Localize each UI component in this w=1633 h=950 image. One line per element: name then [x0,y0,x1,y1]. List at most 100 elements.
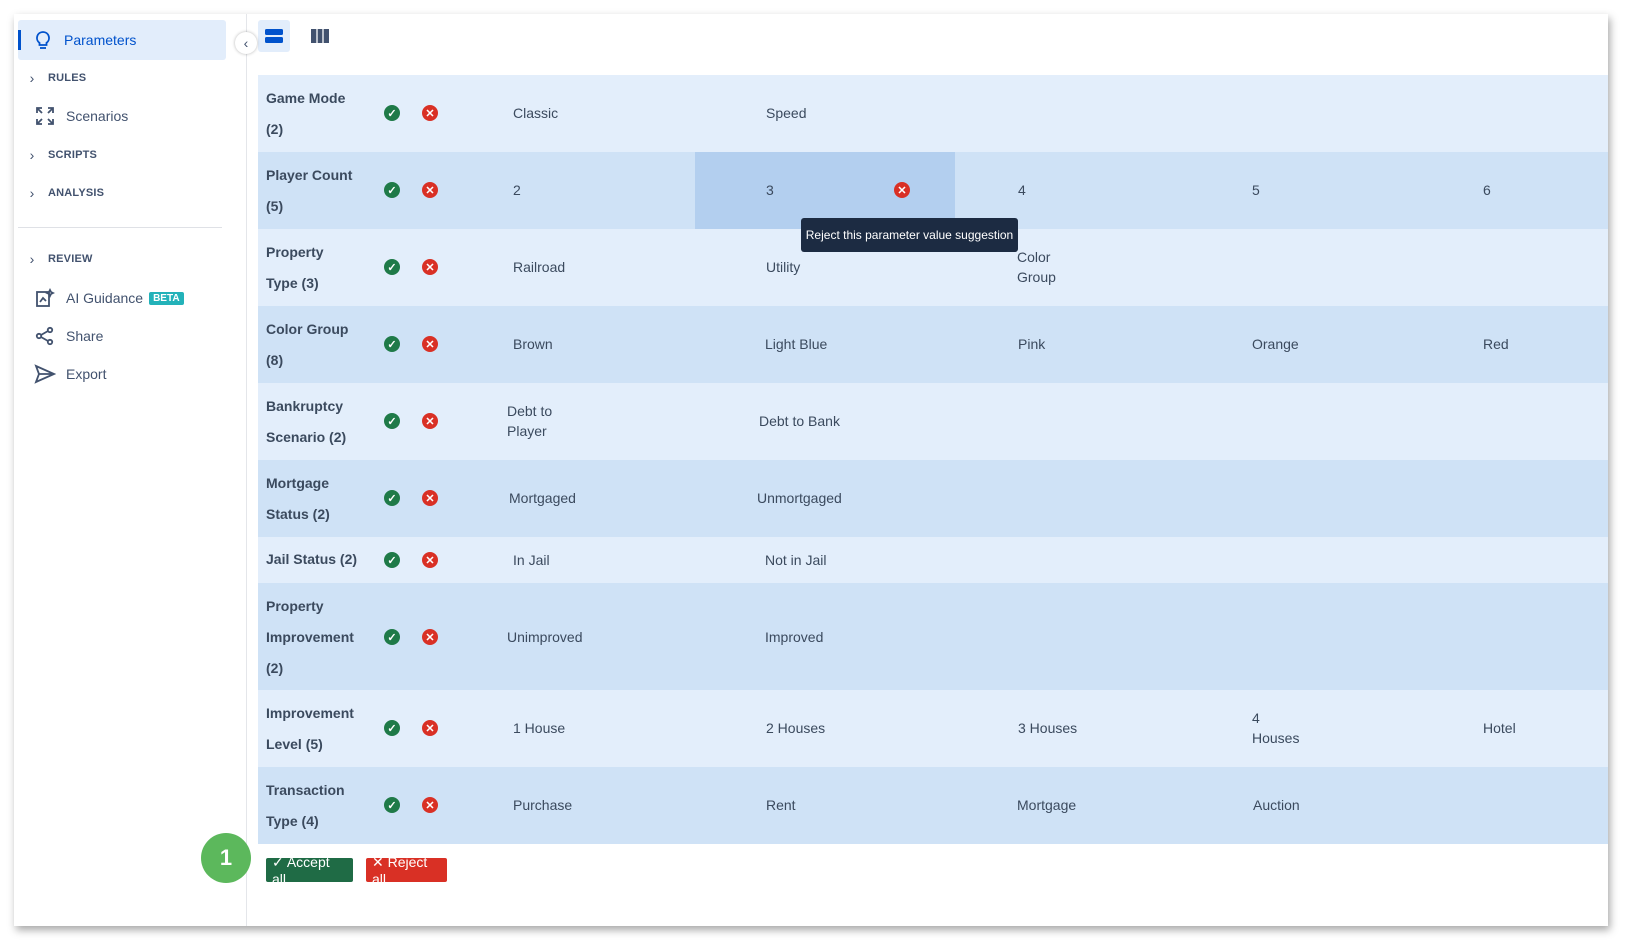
reject-value-icon[interactable]: ✕ [894,182,910,198]
reject-parameter-icon[interactable]: ✕ [422,797,438,813]
accept-parameter-icon[interactable]: ✓ [384,336,400,352]
parameter-value[interactable]: 3 Houses [1018,718,1077,738]
parameter-value[interactable]: In Jail [513,550,550,570]
parameter-value[interactable]: Light Blue [765,334,827,354]
parameter-value[interactable]: 2 Houses [766,718,825,738]
sidebar-item-label: REVIEW [48,253,93,265]
accept-all-button[interactable]: ✓ Accept all [266,854,353,887]
parameter-name: Jail Status (2) [266,551,358,567]
app-window: Parameters › RULES Scenarios › SCRIPTS ›… [14,14,1608,926]
sidebar-item-label: Share [66,328,104,344]
sidebar-item-label: RULES [48,72,87,84]
accept-parameter-icon[interactable]: ✓ [384,490,400,506]
sidebar-item-scenarios[interactable]: Scenarios [34,104,128,128]
parameter-value[interactable]: 4 Houses [1252,708,1299,748]
parameter-value[interactable]: Railroad [513,257,565,277]
reject-parameter-icon[interactable]: ✕ [422,336,438,352]
accept-parameter-icon[interactable]: ✓ [384,629,400,645]
parameter-value[interactable]: Improved [765,627,823,647]
sidebar-item-review[interactable]: › REVIEW [22,249,93,269]
table-row: Jail Status (2) ✓ ✕ In Jail Not in Jail [258,537,1608,583]
sidebar-item-rules[interactable]: › RULES [22,68,86,88]
parameter-value[interactable]: 6 [1483,180,1491,200]
reject-all-button[interactable]: ✕ Reject all [366,854,447,887]
parameter-name: Property Improvement (2) [266,598,354,676]
parameter-name: Transaction Type (4) [266,782,345,829]
parameter-value[interactable]: Purchase [513,795,572,815]
parameter-value[interactable]: Speed [766,103,806,123]
parameter-value[interactable]: Brown [513,334,553,354]
parameter-value[interactable]: Orange [1252,334,1299,354]
parameter-value[interactable]: Mortgage [1017,795,1076,815]
parameter-value[interactable]: Color Group [1017,247,1056,287]
reject-parameter-icon[interactable]: ✕ [422,105,438,121]
sidebar: Parameters › RULES Scenarios › SCRIPTS ›… [14,14,246,926]
parameter-value[interactable]: Unmortgaged [757,488,842,508]
parameter-value[interactable]: Not in Jail [765,550,826,570]
reject-parameter-icon[interactable]: ✕ [422,490,438,506]
parameter-value[interactable]: Red [1483,334,1509,354]
sidebar-item-label: ANALYSIS [48,187,105,199]
columns-view-icon [311,29,329,43]
parameter-value[interactable]: Unimproved [507,627,582,647]
accept-parameter-icon[interactable]: ✓ [384,259,400,275]
table-row: Game Mode (2) ✓ ✕ Classic Speed [258,75,1608,152]
accept-parameter-icon[interactable]: ✓ [384,552,400,568]
reject-parameter-icon[interactable]: ✕ [422,629,438,645]
sidebar-item-analysis[interactable]: › ANALYSIS [22,183,104,203]
accept-parameter-icon[interactable]: ✓ [384,182,400,198]
chevron-right-icon: › [29,147,35,163]
reject-parameter-icon[interactable]: ✕ [422,182,438,198]
sidebar-item-label: AI Guidance [66,290,144,306]
parameter-value[interactable]: Mortgaged [509,488,576,508]
sidebar-border [246,14,247,926]
parameter-name: Color Group (8) [266,321,349,368]
parameter-value[interactable]: Auction [1253,795,1300,815]
parameter-value[interactable]: Pink [1018,334,1045,354]
parameter-value[interactable]: 2 [513,180,521,200]
parameter-value[interactable]: Hotel [1483,718,1516,738]
parameter-value[interactable]: Rent [766,795,796,815]
sidebar-item-ai-guidance[interactable]: AI Guidance BETA [34,286,184,310]
table-row: Mortgage Status (2) ✓ ✕ Mortgaged Unmortg… [258,460,1608,537]
reject-parameter-icon[interactable]: ✕ [422,413,438,429]
parameter-value[interactable]: 4 [1018,180,1026,200]
accept-parameter-icon[interactable]: ✓ [384,797,400,813]
tooltip: Reject this parameter value suggestion [801,218,1018,252]
table-row: Bankruptcy Scenario (2) ✓ ✕ Debt to Player… [258,383,1608,460]
reject-parameter-icon[interactable]: ✕ [422,259,438,275]
sidebar-item-share[interactable]: Share [34,324,103,348]
columns-view-button[interactable] [304,20,336,52]
rows-view-icon [265,29,283,43]
sidebar-item-label: Parameters [64,32,137,48]
parameter-name: Property Type (3) [266,244,324,291]
sidebar-item-scripts[interactable]: › SCRIPTS [22,145,97,165]
collapse-sidebar-button[interactable]: ‹ [235,32,257,54]
rows-view-button[interactable] [258,20,290,52]
share-icon [34,325,56,347]
accept-parameter-icon[interactable]: ✓ [384,105,400,121]
reject-parameter-icon[interactable]: ✕ [422,552,438,568]
send-icon [34,363,56,385]
parameter-value[interactable]: Debt to Bank [759,411,840,431]
sidebar-item-label: SCRIPTS [48,149,98,161]
parameter-value[interactable]: Classic [513,103,558,123]
table-row: Transaction Type (4) ✓ ✕ Purchase Rent Mo… [258,767,1608,844]
sidebar-divider [18,227,222,228]
parameter-value[interactable]: 1 House [513,718,565,738]
lightbulb-icon [32,29,54,51]
parameter-value[interactable]: Debt to Player [507,401,552,441]
accept-parameter-icon[interactable]: ✓ [384,413,400,429]
parameters-table: Game Mode (2) ✓ ✕ Classic Speed Player Co… [258,75,1608,844]
ai-guidance-icon [34,287,56,309]
parameter-value[interactable]: Utility [766,257,800,277]
parameter-value[interactable]: 3 [766,180,774,200]
chevron-right-icon: › [29,185,35,201]
sidebar-item-export[interactable]: Export [34,362,106,386]
table-row: Improvement Level (5) ✓ ✕ 1 House 2 House… [258,690,1608,767]
sidebar-item-parameters[interactable]: Parameters [18,20,226,60]
sidebar-item-label: Export [66,366,107,382]
parameter-value[interactable]: 5 [1252,180,1260,200]
accept-parameter-icon[interactable]: ✓ [384,720,400,736]
reject-parameter-icon[interactable]: ✕ [422,720,438,736]
